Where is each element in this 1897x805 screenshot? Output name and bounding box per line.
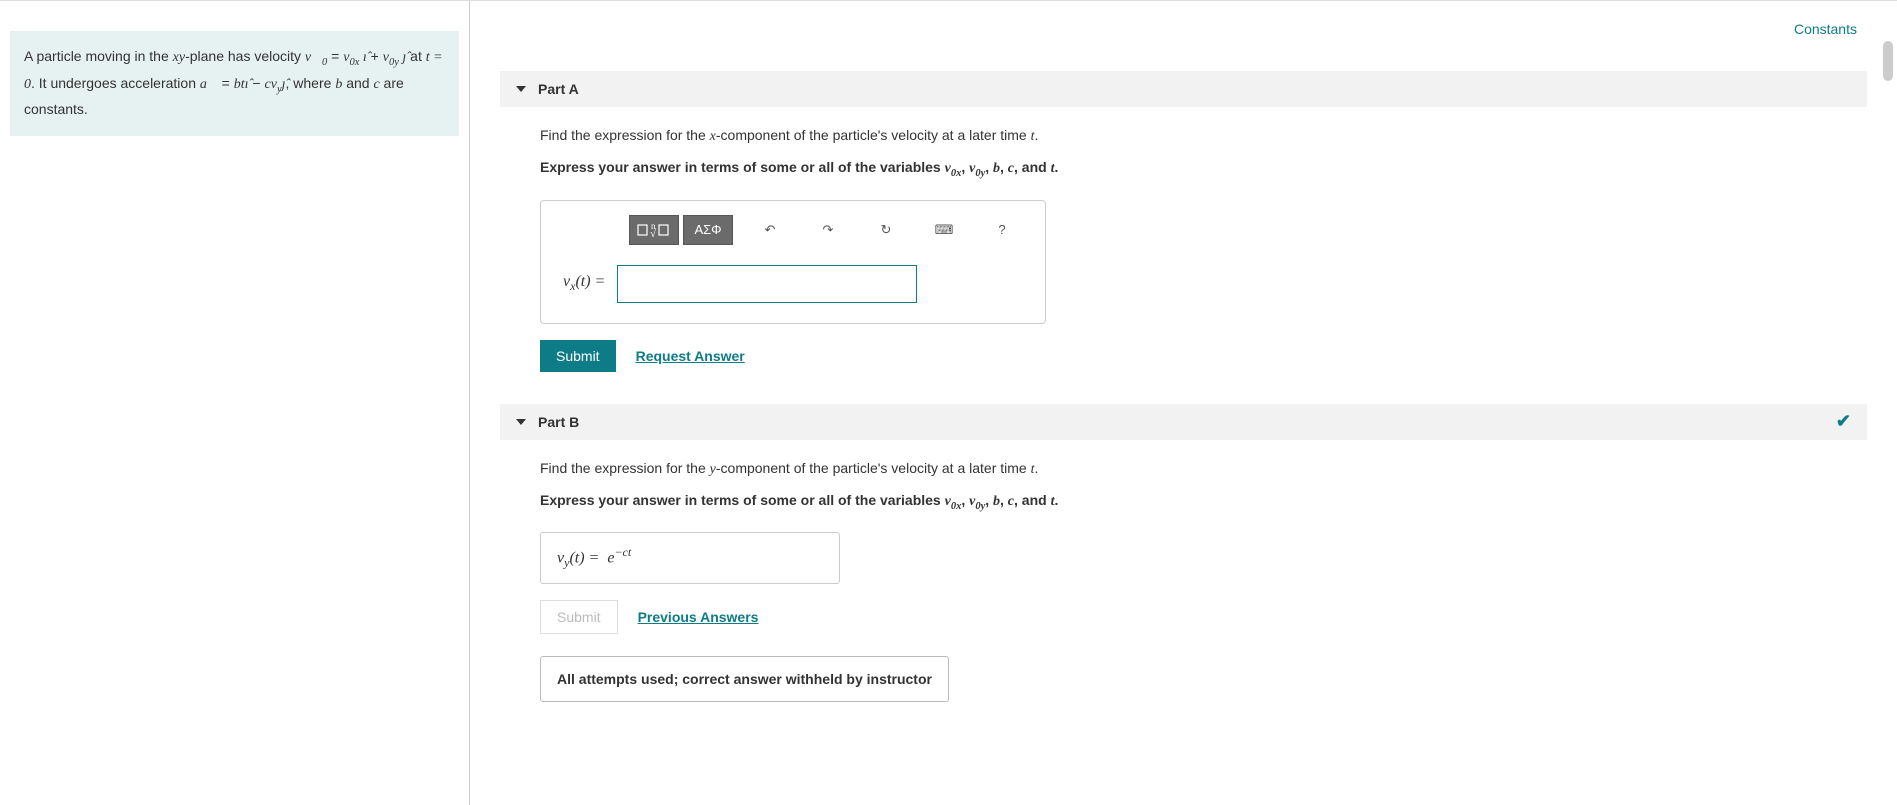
check-icon: ✔	[1836, 411, 1851, 432]
submit-button-disabled: Submit	[540, 600, 618, 634]
eq: =	[218, 75, 234, 91]
bt: bt	[234, 77, 245, 92]
part-b-actions: Submit Previous Answers	[540, 600, 1847, 634]
text: . It undergoes acceleration	[31, 75, 200, 91]
caret-down-icon	[516, 419, 526, 425]
answer-input[interactable]	[617, 265, 917, 303]
reset-button[interactable]: ↻	[861, 215, 911, 245]
feedback-message: All attempts used; correct answer withhe…	[540, 656, 949, 702]
part-b-title: Part B	[538, 414, 579, 430]
main-container: A particle moving in the xy-plane has ve…	[0, 0, 1897, 805]
templates-button[interactable]: n √	[629, 215, 679, 245]
part-a-title: Part A	[538, 81, 579, 97]
request-answer-link[interactable]: Request Answer	[636, 348, 745, 364]
part-a: Part A Find the expression for the x-com…	[500, 71, 1867, 384]
text: , where	[286, 75, 336, 91]
redo-button[interactable]: ↷	[803, 215, 853, 245]
svg-text:√: √	[650, 228, 657, 239]
part-a-actions: Submit Request Answer	[540, 340, 1847, 372]
text: -plane has velocity	[185, 48, 305, 64]
answer-label: vx(t) =	[559, 273, 609, 294]
part-b-instruction: Express your answer in terms of some or …	[540, 490, 1847, 515]
answer-row: vx(t) =	[559, 265, 1027, 303]
scrollbar[interactable]	[1883, 41, 1893, 81]
part-b-header[interactable]: Part B ✔	[500, 404, 1867, 440]
caret-down-icon	[516, 86, 526, 92]
part-b: Part B ✔ Find the expression for the y-c…	[500, 404, 1867, 714]
part-a-header[interactable]: Part A	[500, 71, 1867, 107]
answer-widget: n √ ΑΣΦ ↶ ↷ ↻ ⌨ ?	[540, 200, 1046, 324]
vy: vy	[271, 77, 282, 92]
plus: +	[367, 48, 383, 64]
xy-var: xy	[173, 50, 185, 65]
text: A particle moving in the	[24, 48, 173, 64]
part-a-prompt: Find the expression for the x-component …	[540, 125, 1847, 147]
problem-statement: A particle moving in the xy-plane has ve…	[10, 31, 459, 136]
text: at	[406, 48, 425, 64]
constants-link[interactable]: Constants	[1794, 21, 1857, 37]
v0x: v0x	[343, 50, 359, 65]
v0y: v0y	[383, 50, 399, 65]
answer-static: vy(t) = e−ct	[540, 532, 840, 584]
undo-button[interactable]: ↶	[745, 215, 795, 245]
part-b-body: Find the expression for the y-component …	[500, 440, 1867, 714]
right-pane: Constants Part A Find the expression for…	[470, 1, 1897, 805]
minus: −	[249, 75, 265, 91]
submit-button[interactable]: Submit	[540, 340, 616, 372]
i-hat: ı̂	[359, 50, 366, 65]
left-pane: A particle moving in the xy-plane has ve…	[0, 1, 470, 805]
v0-sym: v⃗0	[305, 50, 327, 65]
eq: =	[327, 48, 343, 64]
text: and	[342, 75, 373, 91]
greek-button[interactable]: ΑΣΦ	[683, 215, 733, 245]
part-a-instruction: Express your answer in terms of some or …	[540, 157, 1847, 182]
a-sym: a⃗	[200, 77, 218, 92]
previous-answers-link[interactable]: Previous Answers	[638, 609, 759, 625]
help-button[interactable]: ?	[977, 215, 1027, 245]
answer-toolbar: n √ ΑΣΦ ↶ ↷ ↻ ⌨ ?	[629, 215, 1027, 245]
keyboard-button[interactable]: ⌨	[919, 215, 969, 245]
part-a-body: Find the expression for the x-component …	[500, 107, 1867, 384]
part-b-prompt: Find the expression for the y-component …	[540, 458, 1847, 480]
